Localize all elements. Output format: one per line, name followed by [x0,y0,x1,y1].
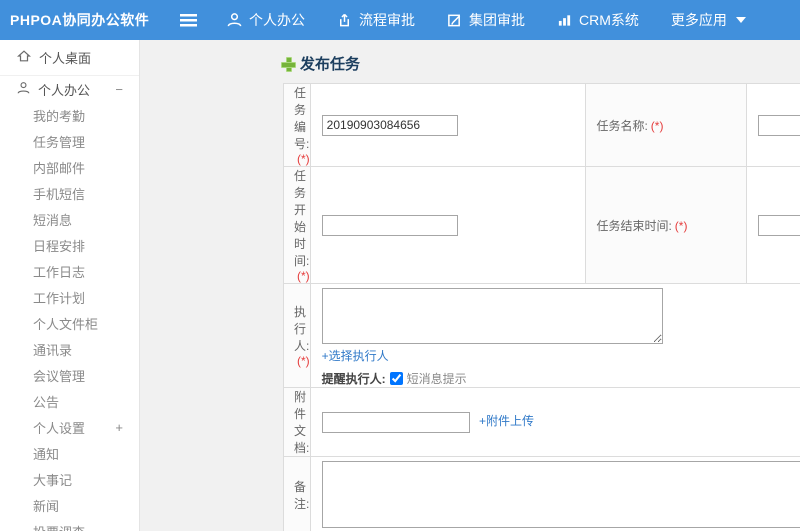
sidebar-item-announcement[interactable]: 公告 [0,388,139,414]
collapse-icon[interactable]: − [115,82,123,97]
sidebar-item-short-message[interactable]: 短消息 [0,206,139,232]
page-title: 发布任务 [281,53,360,74]
home-icon [16,49,32,66]
edit-icon [447,12,462,28]
attachment-upload-link[interactable]: +附件上传 [479,414,534,428]
main-content: 发布任务 任务编号:(*) 任务名称:(*) 任务开始时间:(*) 任务结束时间… [140,40,800,531]
attachment-label: 附件文档: [283,387,311,457]
expand-icon[interactable]: + [115,420,123,435]
sidebar-item-task-management[interactable]: 任务管理 [0,128,139,154]
user-icon [227,12,242,28]
sidebar-item-mobile-sms[interactable]: 手机短信 [0,180,139,206]
sidebar-item-internal-mail[interactable]: 内部邮件 [0,154,139,180]
remind-executor-label: 提醒执行人: [321,372,386,386]
user-icon [17,81,30,98]
task-no-label: 任务编号:(*) [283,83,311,167]
nav-more-apps[interactable]: 更多应用 [655,0,762,40]
add-icon [281,57,296,72]
choose-executor-link[interactable]: +选择执行人 [322,347,389,364]
sidebar-item-work-log[interactable]: 工作日志 [0,258,139,284]
end-time-input[interactable] [757,214,800,236]
start-time-input[interactable] [321,214,458,236]
top-navbar: PHPOA协同办公软件 个人办公 流程审批 集团审批 CRM系统 更多应用 [0,0,800,40]
workflow-icon [337,12,352,28]
task-name-label: 任务名称: (*) [585,83,747,167]
chevron-down-icon [735,17,746,23]
sms-remind-checkbox[interactable] [389,372,403,385]
remark-label: 备注: [283,456,311,531]
sidebar-item-schedule[interactable]: 日程安排 [0,232,139,258]
nav-workflow-approval[interactable]: 流程审批 [321,0,431,40]
app-logo: PHPOA协同办公软件 [10,12,150,28]
sidebar-item-contacts[interactable]: 通讯录 [0,336,139,362]
nav-group-approval[interactable]: 集团审批 [431,0,541,40]
end-time-label: 任务结束时间: (*) [585,166,747,284]
sidebar-item-personal-office[interactable]: 个人办公 − [0,76,139,102]
start-time-label: 任务开始时间:(*) [283,166,311,284]
sidebar-item-vote[interactable]: 投票调查 [0,518,139,531]
remark-textarea[interactable] [321,461,800,528]
sidebar-item-desktop[interactable]: 个人桌面 [0,40,139,76]
sidebar-item-file-cabinet[interactable]: 个人文件柜 [0,310,139,336]
hamburger-menu-icon[interactable] [180,13,197,27]
sidebar-item-news[interactable]: 新闻 [0,492,139,518]
sidebar-item-events[interactable]: 大事记 [0,466,139,492]
executor-textarea[interactable] [321,288,663,344]
sidebar-item-attendance[interactable]: 我的考勤 [0,102,139,128]
sidebar-item-work-plan[interactable]: 工作计划 [0,284,139,310]
nav-crm-system[interactable]: CRM系统 [541,0,655,40]
executor-label: 执行人:(*) [283,283,311,388]
bar-chart-icon [557,12,572,28]
attachment-input[interactable] [321,411,470,433]
sidebar: 个人桌面 个人办公 − 我的考勤 任务管理 内部邮件 手机短信 短消息 日程安排… [0,40,140,531]
sidebar-item-meeting[interactable]: 会议管理 [0,362,139,388]
nav-personal-office[interactable]: 个人办公 [211,0,321,40]
sidebar-item-notice[interactable]: 通知 [0,440,139,466]
task-name-input[interactable] [757,114,800,136]
sms-remind-label: 短消息提示 [406,372,467,386]
publish-task-form: 任务编号:(*) 任务名称:(*) 任务开始时间:(*) 任务结束时间:(*) … [283,83,800,531]
task-no-input[interactable] [321,114,458,136]
sidebar-item-personal-settings[interactable]: 个人设置 + [0,414,139,440]
